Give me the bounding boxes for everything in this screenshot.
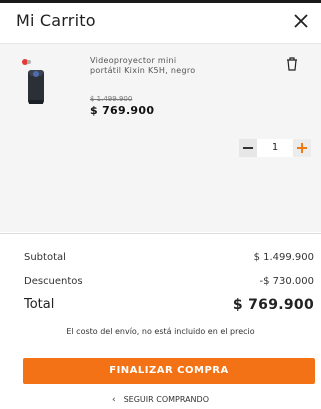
discount-value: -$ 730.000 xyxy=(259,276,314,287)
product-old-price: $ 1.499.900 xyxy=(90,95,133,103)
trash-icon[interactable] xyxy=(285,56,299,72)
product-thumbnail xyxy=(16,56,56,108)
quantity-stepper: 1 xyxy=(239,139,311,157)
close-icon[interactable] xyxy=(291,11,311,31)
quantity-value[interactable]: 1 xyxy=(257,139,293,157)
checkout-button[interactable]: FINALIZAR COMPRA xyxy=(23,358,315,384)
product-price: $ 769.900 xyxy=(90,104,155,117)
shipping-note: El costo del envío, no está incluido en … xyxy=(66,327,255,336)
product-name[interactable]: Videoproyector mini portátil Kixin K5H, … xyxy=(90,56,210,76)
subtotal-value: $ 1.499.900 xyxy=(253,252,314,263)
cart-items-panel: Videoproyector mini portátil Kixin K5H, … xyxy=(0,44,321,232)
discount-label: Descuentos xyxy=(24,276,83,287)
continue-shopping-label: SEGUIR COMPRANDO xyxy=(123,395,209,404)
plus-icon[interactable] xyxy=(293,139,311,157)
continue-shopping-link[interactable]: ‹ SEGUIR COMPRANDO xyxy=(0,395,321,405)
cart-header: Mi Carrito xyxy=(0,3,321,44)
summary-divider xyxy=(0,233,321,234)
minus-icon[interactable] xyxy=(239,139,257,157)
chevron-left-icon: ‹ xyxy=(111,395,116,405)
total-label: Total xyxy=(24,297,55,312)
subtotal-label: Subtotal xyxy=(24,252,66,263)
cart-title: Mi Carrito xyxy=(16,11,96,30)
total-value: $ 769.900 xyxy=(232,297,314,313)
